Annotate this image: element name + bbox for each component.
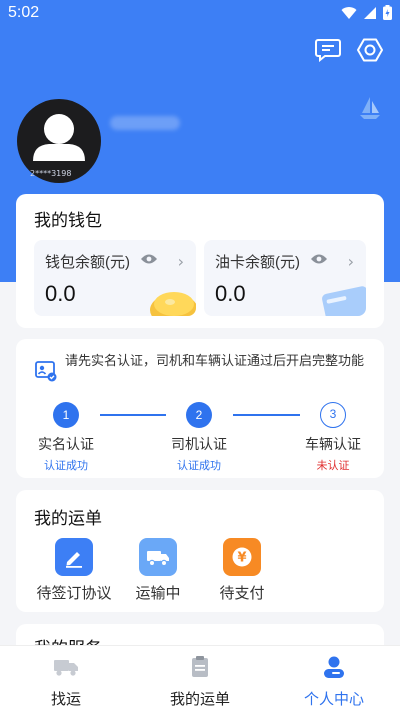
tab-label: 找运 [50, 691, 81, 708]
fuel-balance-tile[interactable]: 油卡余额(元) › 0.0 [204, 240, 366, 316]
step-connector [100, 414, 166, 416]
step-real-name[interactable]: 1 实名认证 认证成功 [26, 402, 106, 473]
step-status: 认证成功 [44, 460, 88, 472]
pen-icon [55, 538, 93, 576]
wallet-balance-label: 钱包余额(元) [45, 254, 130, 271]
settings-button[interactable] [356, 36, 384, 64]
settings-icon [357, 38, 383, 62]
step-number: 2 [186, 402, 212, 428]
wallet-title: 我的钱包 [34, 211, 102, 230]
battery-icon [383, 5, 392, 20]
tab-label: 个人中心 [303, 691, 364, 708]
truck-icon [139, 538, 177, 576]
fuel-balance-value: 0.0 [215, 281, 246, 306]
tab-find-shipment[interactable]: 找运 [16, 654, 116, 709]
eye-icon[interactable] [140, 253, 158, 265]
bottom-tab-bar: 找运 我的运单 个人中心 [0, 645, 400, 711]
person-icon [324, 656, 344, 678]
step-number: 3 [320, 402, 346, 428]
order-pending-agreement[interactable]: 待签订协议 [34, 538, 114, 603]
message-button[interactable] [314, 36, 342, 64]
boat-icon [360, 97, 380, 119]
step-connector [233, 414, 300, 416]
tab-my-orders[interactable]: 我的运单 [150, 654, 250, 709]
wifi-icon [341, 6, 357, 19]
order-pending-payment[interactable]: ¥ 待支付 [202, 538, 282, 603]
user-name-blurred [110, 116, 180, 130]
order-label: 运输中 [135, 585, 181, 602]
step-status: 未认证 [316, 460, 350, 472]
step-status: 认证成功 [177, 460, 221, 472]
status-time: 5:02 [8, 4, 40, 21]
signal-icon [364, 6, 376, 19]
step-vehicle[interactable]: 3 车辆认证 未认证 [293, 402, 373, 473]
clipboard-icon [192, 656, 208, 677]
step-name: 司机认证 [171, 436, 227, 452]
wallet-balance-tile[interactable]: 钱包余额(元) › 0.0 [34, 240, 196, 316]
order-in-transit[interactable]: 运输中 [118, 538, 198, 603]
eye-icon[interactable] [310, 253, 328, 265]
verification-notice: 请先实名认证，司机和车辆认证通过后开启完整功能 [65, 353, 365, 368]
chevron-right-icon: › [177, 252, 184, 271]
tab-profile[interactable]: 个人中心 [284, 654, 384, 709]
status-bar: 5:02 [0, 0, 400, 28]
svg-text:¥: ¥ [237, 551, 246, 566]
step-name: 车辆认证 [305, 436, 361, 452]
verification-card: 请先实名认证，司机和车辆认证通过后开启完整功能 1 实名认证 认证成功 2 司机… [16, 339, 384, 478]
coin-decoration-icon [150, 292, 196, 316]
fuel-balance-label: 油卡余额(元) [215, 254, 300, 271]
order-label: 待签订协议 [36, 585, 112, 602]
truck-icon [54, 660, 78, 676]
order-label: 待支付 [219, 585, 265, 602]
tab-label: 我的运单 [169, 691, 230, 708]
chevron-right-icon: › [347, 252, 354, 271]
step-number: 1 [53, 402, 79, 428]
id-card-icon [35, 361, 57, 382]
wallet-balance-value: 0.0 [45, 281, 76, 306]
step-driver[interactable]: 2 司机认证 认证成功 [159, 402, 239, 473]
orders-card: 我的运单 待签订协议 运输中 ¥ 待支付 [16, 490, 384, 612]
avatar-caption: 2****3198 [30, 169, 72, 178]
orders-title: 我的运单 [34, 509, 102, 528]
wallet-card: 我的钱包 钱包余额(元) › 0.0 油卡余额(元) › 0.0 [16, 194, 384, 328]
message-icon [315, 39, 341, 62]
step-name: 实名认证 [38, 436, 94, 452]
yen-icon: ¥ [223, 538, 261, 576]
fuel-card-decoration-icon [322, 286, 366, 316]
